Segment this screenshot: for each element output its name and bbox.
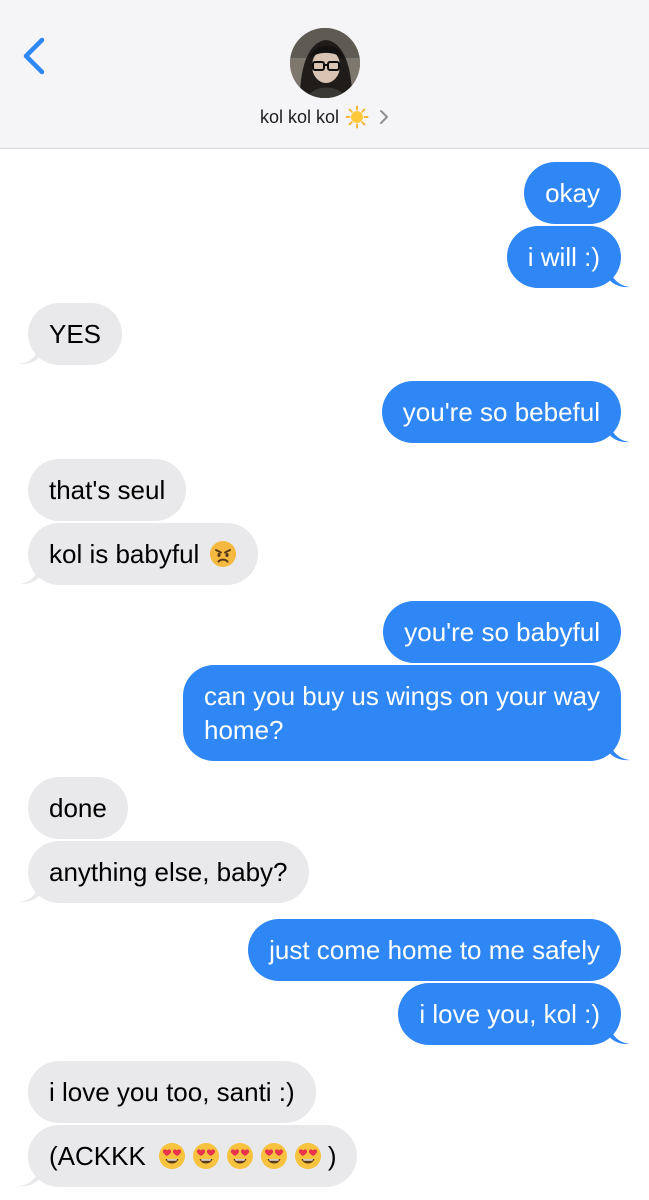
chevron-left-icon [23,37,45,75]
received-message-bubble[interactable]: (ACKKK) [28,1125,358,1187]
bubble-tail [19,881,41,903]
bubble-tail [19,343,41,365]
message-text: kol is babyful [49,539,200,569]
sent-message-bubble[interactable]: okay [524,162,621,224]
angry-face-icon [210,541,237,567]
message-text: i will :) [527,242,600,272]
bubble-tail [608,421,630,443]
message-text: that's seul [49,475,166,505]
heart-eyes-icon [260,1143,287,1169]
back-button[interactable] [18,36,52,76]
heart-eyes-icon [158,1143,185,1169]
message-list[interactable]: okay i will :) YES you're so bebeful tha… [0,148,649,1200]
sun-icon [345,105,369,129]
avatar-photo [290,28,360,98]
message-text-end: ) [327,1141,337,1171]
sent-message-bubble[interactable]: just come home to me safely [248,919,621,981]
heart-eyes-icon [192,1143,219,1169]
bubble-tail [608,739,630,761]
sent-message-bubble[interactable]: you're so bebeful [381,381,621,443]
message-text: (ACKKK [49,1141,146,1171]
sent-message-bubble[interactable]: i will :) [506,226,621,288]
conversation-header: kol kol kol [0,0,649,149]
heart-eyes-icon [226,1143,253,1169]
bubble-tail [19,1165,41,1187]
message-text: done [49,793,107,823]
chevron-right-icon [380,110,389,124]
heart-eyes-icon [294,1143,321,1169]
message-text: just come home to me safely [269,935,600,965]
message-text: okay [545,178,600,208]
contact-avatar[interactable] [290,28,360,98]
received-message-bubble[interactable]: that's seul [28,459,187,521]
received-message-bubble[interactable]: kol is babyful [28,523,259,585]
received-message-bubble[interactable]: done [28,777,128,839]
message-text: you're so bebeful [402,397,600,427]
received-message-bubble[interactable]: anything else, baby? [28,841,309,903]
bubble-tail [608,266,630,288]
message-text: you're so babyful [404,617,600,647]
bubble-tail [608,1023,630,1045]
message-text: anything else, baby? [49,857,288,887]
message-text: i love you, kol :) [419,999,600,1029]
sent-message-bubble[interactable]: you're so babyful [383,601,621,663]
sent-message-bubble[interactable]: i love you, kol :) [398,983,621,1045]
bubble-tail [19,563,41,585]
received-message-bubble[interactable]: YES [28,303,123,365]
message-text: YES [49,319,102,349]
contact-name: kol kol kol [259,106,340,127]
message-text: can you buy us wings on your way home? [204,681,600,745]
messages-app: kol kol kol okay i will:) YES you're so… [0,0,649,1200]
contact-name-row[interactable]: kol kol kol [0,104,649,130]
received-message-bubble[interactable]: i love you too, santi :) [28,1061,316,1123]
sent-message-bubble[interactable]: can you buy us wings on your way home? [183,665,621,761]
message-text: i love you too, santi :) [49,1077,295,1107]
